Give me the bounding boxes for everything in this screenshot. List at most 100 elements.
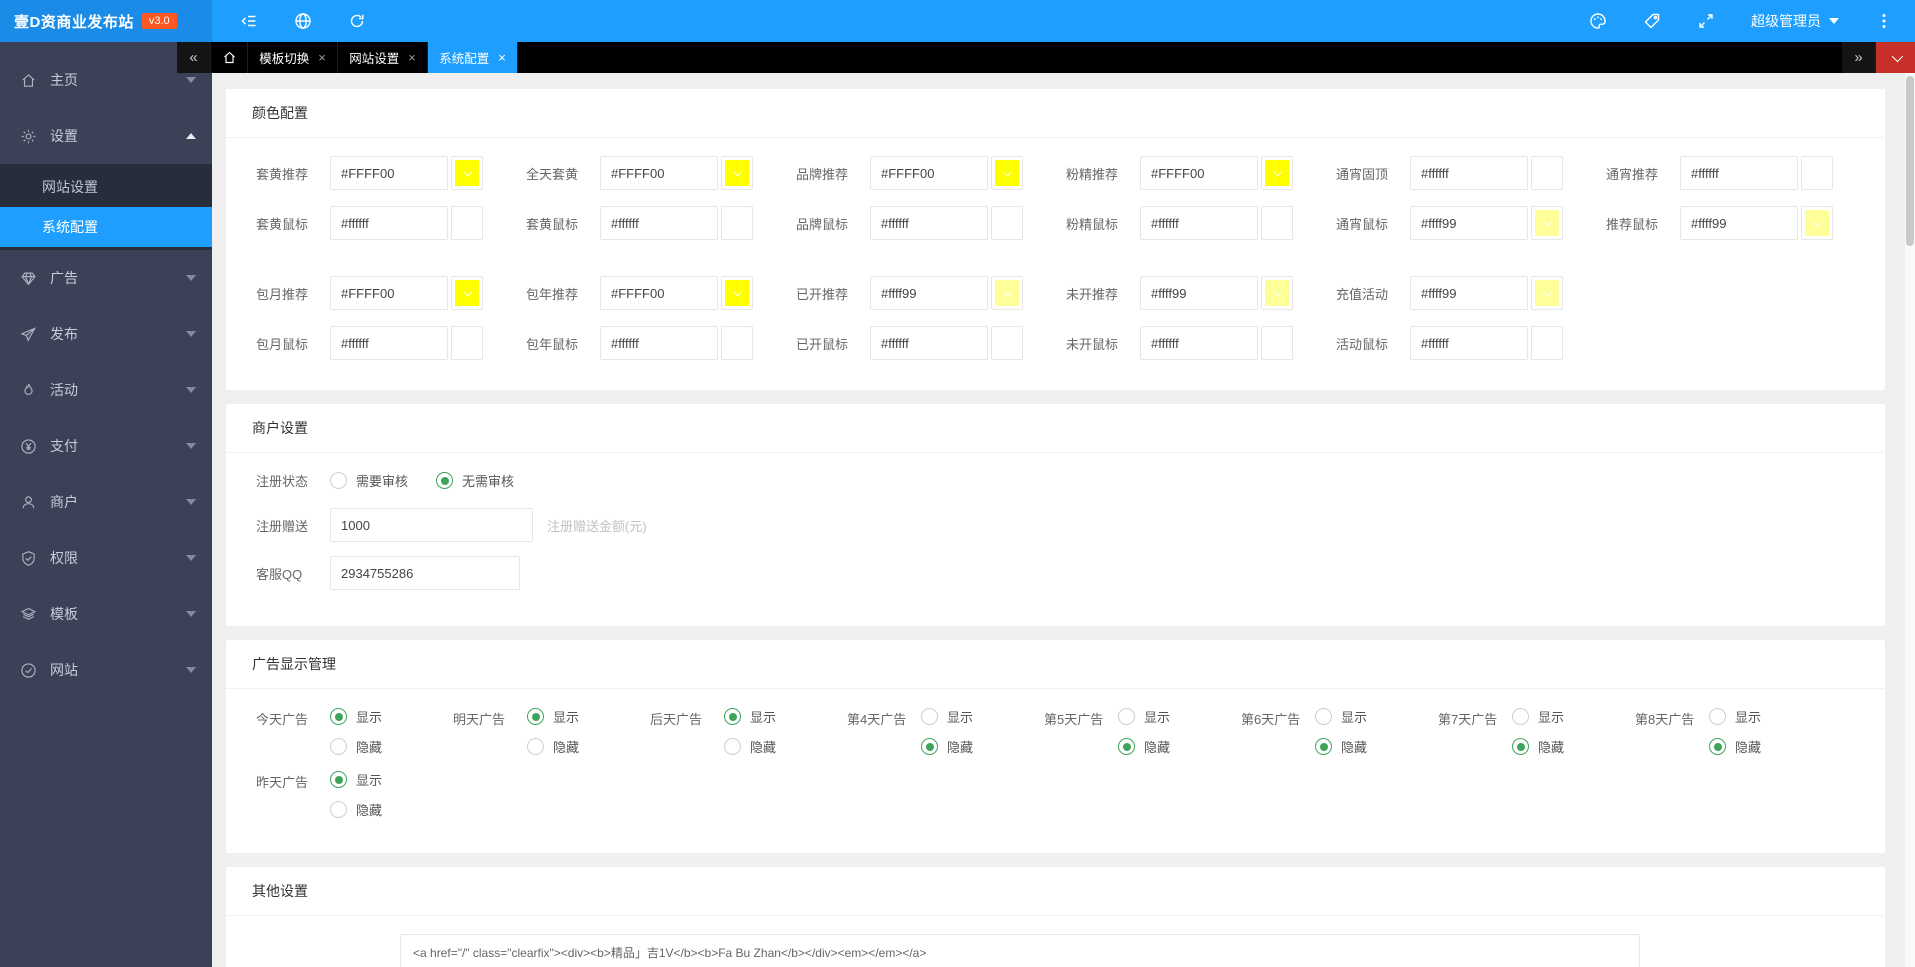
chevron-down-icon	[1273, 168, 1282, 177]
color-value-input[interactable]	[600, 276, 718, 310]
tab-system-config[interactable]: 系统配置 ×	[428, 42, 518, 73]
color-value-input[interactable]	[330, 276, 448, 310]
color-swatch-button[interactable]	[721, 326, 753, 360]
color-swatch-button[interactable]	[451, 326, 483, 360]
ad-hide-radio[interactable]: 隐藏	[724, 737, 776, 756]
ad-hide-radio[interactable]: 隐藏	[1118, 737, 1170, 756]
color-swatch-button[interactable]	[1531, 276, 1563, 310]
register-status-need-audit-radio[interactable]: 需要审核	[330, 471, 408, 490]
color-swatch-button[interactable]	[1801, 156, 1833, 190]
color-value-input[interactable]	[870, 156, 988, 190]
globe-icon[interactable]	[294, 12, 312, 30]
collapse-sidebar-icon[interactable]	[240, 12, 258, 30]
color-value-input[interactable]	[600, 326, 718, 360]
color-swatch-button[interactable]	[721, 276, 753, 310]
ad-show-radio[interactable]: 显示	[527, 707, 579, 726]
service-qq-input[interactable]	[330, 556, 520, 590]
ad-hide-radio[interactable]: 隐藏	[1709, 737, 1761, 756]
sidebar-item-publish[interactable]: 发布	[0, 306, 212, 362]
sidebar-item-website[interactable]: 网站	[0, 642, 212, 698]
color-swatch-button[interactable]	[991, 206, 1023, 240]
color-swatch-button[interactable]	[991, 276, 1023, 310]
color-value-input[interactable]	[330, 326, 448, 360]
color-swatch-button[interactable]	[721, 156, 753, 190]
ad-hide-radio[interactable]: 隐藏	[330, 800, 382, 819]
ad-hide-radio[interactable]: 隐藏	[1315, 737, 1367, 756]
color-value-input[interactable]	[1140, 206, 1258, 240]
color-swatch-button[interactable]	[1801, 206, 1833, 240]
sidebar-item-permissions[interactable]: 权限	[0, 530, 212, 586]
color-value-input[interactable]	[870, 326, 988, 360]
color-swatch-button[interactable]	[1261, 206, 1293, 240]
color-value-input[interactable]	[330, 156, 448, 190]
tabs-operations-dropdown[interactable]	[1876, 42, 1915, 73]
sidebar-item-payment[interactable]: 支付	[0, 418, 212, 474]
close-icon[interactable]: ×	[318, 51, 326, 64]
color-value-input[interactable]	[1140, 326, 1258, 360]
fullscreen-icon[interactable]	[1697, 12, 1715, 30]
ad-show-radio[interactable]: 显示	[330, 770, 382, 789]
color-value-input[interactable]	[600, 206, 718, 240]
ad-group-day5: 第5天广告 显示 隐藏	[1044, 707, 1241, 756]
ad-show-radio[interactable]: 显示	[1512, 707, 1564, 726]
theme-palette-icon[interactable]	[1589, 12, 1607, 30]
chevron-down-icon	[186, 443, 196, 449]
color-swatch-button[interactable]	[1531, 156, 1563, 190]
footer-code-textarea[interactable]: <a href="/" class="clearfix"><div><b>精品」…	[400, 934, 1640, 967]
sidebar-item-system-config[interactable]: 系统配置	[0, 207, 212, 247]
color-value-input[interactable]	[330, 206, 448, 240]
color-swatch-button[interactable]	[1531, 326, 1563, 360]
tab-template-switch[interactable]: 模板切换 ×	[248, 42, 338, 73]
ad-hide-radio[interactable]: 隐藏	[330, 737, 382, 756]
ad-show-radio[interactable]: 显示	[1118, 707, 1170, 726]
tab-home[interactable]	[211, 42, 248, 73]
ad-show-radio[interactable]: 显示	[921, 707, 973, 726]
color-value-input[interactable]	[1140, 156, 1258, 190]
color-swatch-button[interactable]	[1531, 206, 1563, 240]
close-icon[interactable]: ×	[408, 51, 416, 64]
tabs-scroll-right-button[interactable]: »	[1842, 42, 1876, 73]
ad-hide-radio[interactable]: 隐藏	[1512, 737, 1564, 756]
tab-website-settings[interactable]: 网站设置 ×	[338, 42, 428, 73]
color-value-input[interactable]	[870, 276, 988, 310]
sidebar-item-settings[interactable]: 设置	[0, 108, 212, 164]
ad-show-radio[interactable]: 显示	[1315, 707, 1367, 726]
user-menu[interactable]: 超级管理员	[1751, 11, 1839, 31]
register-gift-input[interactable]	[330, 508, 533, 542]
color-swatch-button[interactable]	[451, 276, 483, 310]
sidebar-item-merchant[interactable]: 商户	[0, 474, 212, 530]
ad-hide-radio[interactable]: 隐藏	[527, 737, 579, 756]
scrollbar-thumb[interactable]	[1906, 76, 1914, 246]
color-swatch-button[interactable]	[1261, 276, 1293, 310]
ad-show-radio[interactable]: 显示	[330, 707, 382, 726]
color-value-input[interactable]	[600, 156, 718, 190]
ad-show-radio[interactable]: 显示	[724, 707, 776, 726]
color-swatch-button[interactable]	[451, 156, 483, 190]
color-value-input[interactable]	[1410, 206, 1528, 240]
color-value-input[interactable]	[1410, 276, 1528, 310]
color-value-input[interactable]	[1140, 276, 1258, 310]
color-value-input[interactable]	[870, 206, 988, 240]
tabs-scroll-left-button[interactable]: «	[177, 42, 211, 73]
ad-hide-radio[interactable]: 隐藏	[921, 737, 973, 756]
color-value-input[interactable]	[1410, 326, 1528, 360]
sidebar-item-ads[interactable]: 广告	[0, 250, 212, 306]
tag-icon[interactable]	[1643, 12, 1661, 30]
color-swatch-button[interactable]	[1261, 156, 1293, 190]
register-status-no-audit-radio[interactable]: 无需审核	[436, 471, 514, 490]
sidebar-item-templates[interactable]: 模板	[0, 586, 212, 642]
color-value-input[interactable]	[1680, 156, 1798, 190]
color-swatch-button[interactable]	[991, 326, 1023, 360]
color-value-input[interactable]	[1410, 156, 1528, 190]
close-icon[interactable]: ×	[498, 51, 506, 64]
color-swatch-button[interactable]	[721, 206, 753, 240]
color-swatch-button[interactable]	[1261, 326, 1293, 360]
ad-show-radio[interactable]: 显示	[1709, 707, 1761, 726]
color-value-input[interactable]	[1680, 206, 1798, 240]
sidebar-item-activity[interactable]: 活动	[0, 362, 212, 418]
color-swatch-button[interactable]	[991, 156, 1023, 190]
kebab-menu-icon[interactable]	[1875, 12, 1893, 30]
color-swatch-button[interactable]	[451, 206, 483, 240]
sidebar-item-website-settings[interactable]: 网站设置	[0, 167, 212, 207]
refresh-icon[interactable]	[348, 12, 366, 30]
